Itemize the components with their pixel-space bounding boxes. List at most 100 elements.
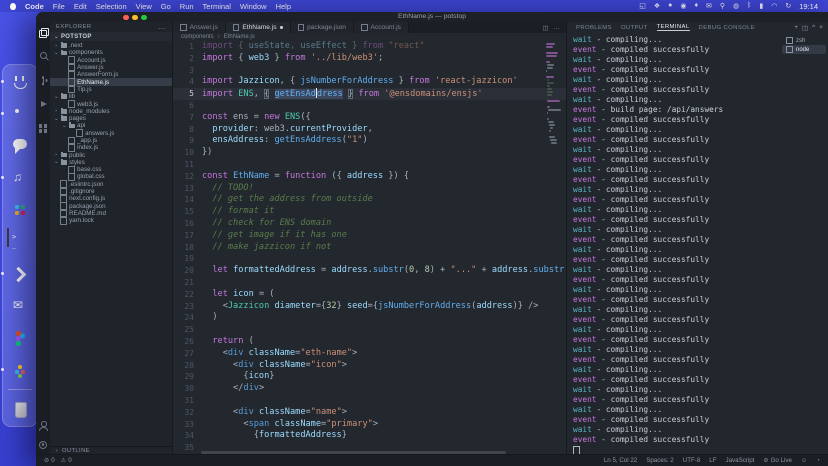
tree-item-yarn-lock[interactable]: yarn.lock bbox=[50, 216, 172, 225]
status-warnings[interactable]: ⚠ 0 bbox=[61, 457, 72, 464]
control-center-icon[interactable]: ◍ bbox=[733, 2, 739, 10]
token: + bbox=[476, 265, 492, 276]
run-debug-icon[interactable] bbox=[39, 100, 48, 109]
menu-code[interactable]: Code bbox=[25, 2, 44, 11]
split-terminal-icon[interactable]: ◫ bbox=[802, 24, 808, 32]
more-actions-icon[interactable]: … bbox=[554, 24, 561, 31]
token: : web3. bbox=[253, 123, 290, 134]
tab-ethname.js[interactable]: EthName.js bbox=[225, 22, 291, 33]
tab-package.json[interactable]: package.json bbox=[290, 22, 354, 33]
status-go-live[interactable]: ⊘ Go Live bbox=[763, 457, 792, 464]
do-not-disturb-icon[interactable]: ● bbox=[668, 2, 672, 10]
menubar-clock[interactable]: 19:14 bbox=[799, 2, 818, 11]
tree-item-readme-md[interactable]: README.md bbox=[50, 209, 172, 218]
panel-tab-problems[interactable]: PROBLEMS bbox=[576, 25, 612, 31]
dock-item-music[interactable] bbox=[1, 165, 33, 191]
dock-item-terminal[interactable] bbox=[7, 228, 33, 255]
menu-terminal[interactable]: Terminal bbox=[203, 2, 231, 11]
panel-tab-terminal[interactable]: TERMINAL bbox=[656, 24, 690, 32]
game-center-icon[interactable]: ♦ bbox=[694, 2, 698, 10]
tree-item-answers-js[interactable]: answers.js bbox=[50, 129, 172, 138]
tree-item-web3-js[interactable]: web3.js bbox=[50, 100, 172, 108]
tree-item-ethname-js[interactable]: EthName.js bbox=[50, 78, 172, 87]
tree-item-styles[interactable]: ⌄ styles bbox=[50, 159, 172, 166]
status-errors[interactable]: ⊘ 0 bbox=[44, 457, 55, 464]
new-terminal-icon[interactable]: + bbox=[794, 24, 798, 32]
dock-item-vscode[interactable] bbox=[1, 261, 33, 287]
tab-account.js[interactable]: Account.js bbox=[353, 22, 409, 33]
status-language-mode[interactable]: JavaScript bbox=[726, 457, 755, 464]
search-icon[interactable] bbox=[39, 52, 48, 61]
tree-item-pages[interactable]: ⌄ pages bbox=[50, 115, 172, 122]
panel-tab-output[interactable]: OUTPUT bbox=[621, 25, 648, 31]
explorer-more-icon[interactable]: … bbox=[159, 24, 167, 31]
dock-item-trash[interactable] bbox=[7, 396, 33, 422]
chat-icon[interactable]: ✉ bbox=[706, 2, 712, 10]
menu-run[interactable]: Run bbox=[180, 2, 194, 11]
dock-item-finder[interactable] bbox=[1, 69, 33, 95]
tree-item-global-css[interactable]: global.css bbox=[50, 173, 172, 181]
maximize-panel-icon[interactable]: ^ bbox=[812, 24, 815, 32]
code-line: 18 // make jazzicon if not bbox=[173, 242, 566, 254]
tree-item-tip-js[interactable]: Tip.js bbox=[50, 85, 172, 94]
display-icon[interactable]: ◱ bbox=[639, 2, 646, 10]
menu-edit[interactable]: Edit bbox=[74, 2, 87, 11]
tree-item-index-js[interactable]: index.js bbox=[50, 143, 172, 152]
menu-selection[interactable]: Selection bbox=[96, 2, 127, 11]
tab-answer.js[interactable]: Answer.js bbox=[173, 22, 226, 33]
breadcrumb-segment[interactable]: components bbox=[181, 34, 214, 40]
terminal-instance-zsh[interactable]: zsh bbox=[782, 36, 826, 45]
breadcrumb-segment[interactable]: EthName.js bbox=[224, 34, 255, 40]
screen-record-icon[interactable]: ◉ bbox=[680, 2, 686, 10]
tree-item--next[interactable]: › .next bbox=[50, 42, 172, 49]
settings-icon[interactable] bbox=[39, 440, 48, 449]
terminal-text: - compiling... bbox=[591, 325, 663, 334]
extensions-icon[interactable] bbox=[38, 124, 48, 133]
dock-item-messages[interactable] bbox=[7, 133, 33, 159]
terminal-output[interactable]: wait - compiling... event - compiled succ… bbox=[573, 35, 780, 455]
account-icon[interactable] bbox=[39, 421, 48, 431]
tree-item-package-json[interactable]: package.json bbox=[50, 202, 172, 211]
wifi-icon[interactable]: ◠ bbox=[771, 2, 777, 10]
tree-item-node-modules[interactable]: › node_modules bbox=[50, 108, 172, 115]
tree-item-api[interactable]: ⌄ api bbox=[50, 122, 172, 129]
status-notifications[interactable]: ◔ bbox=[816, 457, 820, 464]
sync-icon[interactable]: ↻ bbox=[785, 2, 791, 10]
status-cursor-position[interactable]: Ln 5, Col 22 bbox=[604, 457, 637, 464]
close-panel-icon[interactable]: × bbox=[819, 24, 823, 32]
dock-item-figma[interactable] bbox=[7, 325, 33, 351]
status-eol[interactable]: LF bbox=[709, 457, 716, 464]
tree-item-account-js[interactable]: Account.js bbox=[50, 56, 172, 65]
stage-manager-icon[interactable]: ❖ bbox=[654, 2, 660, 10]
spotlight-icon[interactable]: ⚲ bbox=[720, 2, 725, 10]
code-editor[interactable]: 1 import { useState, useEffect } from "re… bbox=[173, 41, 566, 455]
menu-file[interactable]: File bbox=[53, 2, 65, 11]
explorer-icon[interactable] bbox=[38, 28, 49, 38]
tree-item-public[interactable]: › public bbox=[50, 151, 172, 159]
terminal-instance-node[interactable]: node bbox=[782, 45, 826, 54]
apple-menu-icon[interactable] bbox=[10, 2, 16, 10]
status-indentation[interactable]: Spaces: 2 bbox=[646, 457, 674, 464]
menu-help[interactable]: Help bbox=[276, 2, 291, 11]
panel-tab-debug-console[interactable]: DEBUG CONSOLE bbox=[699, 25, 756, 31]
bluetooth-icon[interactable]: ᛒ bbox=[747, 2, 751, 10]
status-encoding[interactable]: UTF-8 bbox=[683, 457, 701, 464]
battery-icon[interactable]: ▮ bbox=[759, 2, 763, 10]
minimap-line bbox=[547, 94, 552, 96]
dock-item-photos[interactable] bbox=[1, 357, 33, 383]
tree-item--eslintrc-json[interactable]: .eslintrc.json bbox=[50, 180, 172, 189]
menu-window[interactable]: Window bbox=[240, 2, 267, 11]
source-control-icon[interactable] bbox=[39, 76, 48, 85]
dock-item-slack[interactable] bbox=[7, 197, 33, 223]
code-text: const ens = new ENS({ bbox=[202, 112, 566, 124]
tree-item-next-config-js[interactable]: next.config.js bbox=[50, 194, 172, 203]
dock-item-chrome[interactable] bbox=[1, 101, 33, 127]
status-feedback[interactable]: ☺ bbox=[801, 457, 807, 464]
workspace-root-row[interactable]: ⌄ POTSTOP bbox=[50, 32, 172, 41]
split-editor-icon[interactable]: ◫ bbox=[542, 24, 548, 32]
folder-icon bbox=[60, 115, 67, 121]
menu-view[interactable]: View bbox=[136, 2, 152, 11]
menu-go[interactable]: Go bbox=[161, 2, 171, 11]
dock-item-mail[interactable] bbox=[7, 293, 33, 319]
tree-item--gitignore[interactable]: .gitignore bbox=[50, 187, 172, 196]
